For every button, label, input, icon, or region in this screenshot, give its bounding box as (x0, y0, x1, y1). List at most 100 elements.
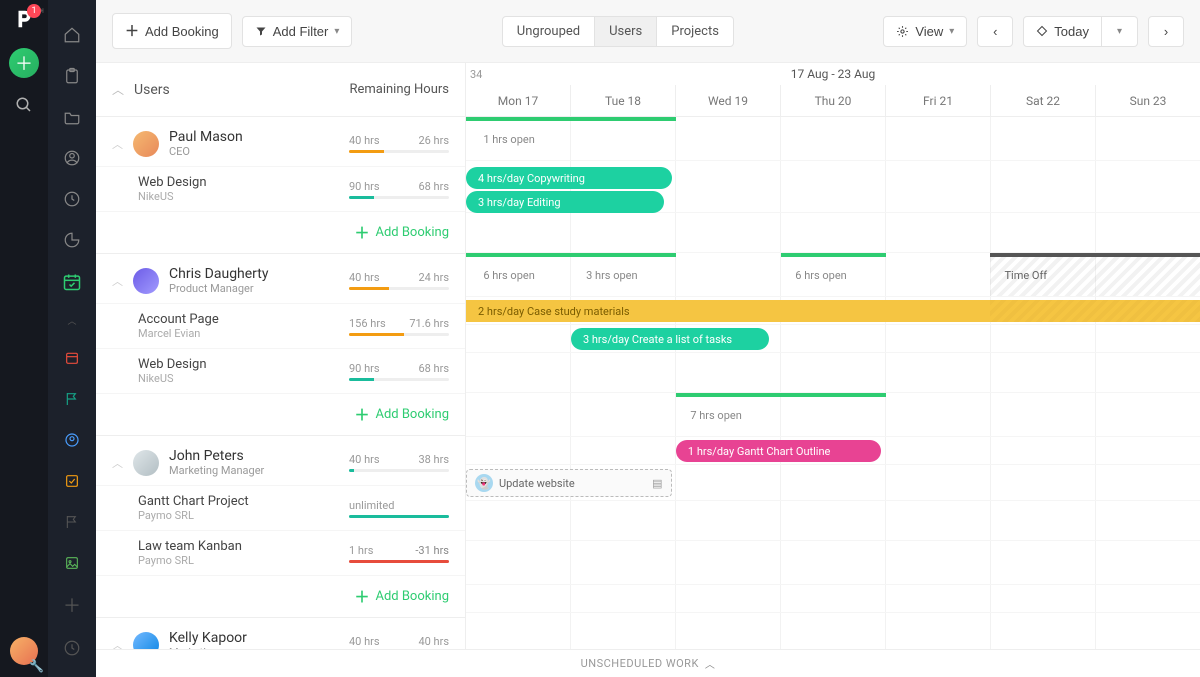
day-header[interactable]: Wed 19 (675, 85, 780, 116)
open-hours-chip[interactable]: 6 hrs open (785, 261, 856, 289)
day-header[interactable]: Sun 23 (1095, 85, 1200, 116)
add-booking-row[interactable]: ＋Add Booking (96, 211, 465, 253)
project-lane[interactable]: 1 hrs/day Gantt Chart Outline (466, 437, 1200, 465)
unscheduled-work-toggle[interactable]: UNSCHEDULED WORK︿ (96, 649, 1200, 677)
add-booking-row[interactable]: ＋Add Booking (96, 575, 465, 617)
task-check-icon[interactable] (60, 471, 84, 490)
app-logo[interactable]: 1 (13, 8, 35, 30)
folder-icon[interactable] (60, 108, 84, 127)
user-name: Chris Daugherty (169, 266, 349, 282)
settings-wrench-icon[interactable]: 🔧 (29, 659, 44, 673)
project-lane[interactable]: 3 hrs/day Create a list of tasks (466, 325, 1200, 353)
project-row[interactable]: Web DesignNikeUS 90 hrs68 hrs (96, 166, 465, 211)
hours-total: 40 hrs (349, 635, 380, 648)
day-header[interactable]: Fri 21 (885, 85, 990, 116)
user-avatar (133, 268, 159, 294)
project-client: Paymo SRL (138, 509, 349, 522)
note-icon[interactable]: ▤ (652, 477, 662, 490)
hours-total: 40 hrs (349, 453, 380, 466)
chart-pie-icon[interactable] (60, 231, 84, 250)
project-hours-remaining: 71.6 hrs (409, 317, 449, 330)
user-name: Paul Mason (169, 129, 349, 145)
seg-projects[interactable]: Projects (656, 17, 733, 46)
hours-total: 40 hrs (349, 271, 380, 284)
seg-users[interactable]: Users (594, 17, 656, 46)
today-dropdown[interactable]: ▾ (1102, 16, 1138, 47)
booking-chip[interactable]: 3 hrs/day Editing (466, 191, 664, 213)
open-hours-chip[interactable]: 3 hrs open (576, 261, 647, 289)
collapse-all-icon[interactable]: ︿ (112, 81, 124, 98)
capacity-bar (571, 253, 676, 257)
ghost-icon: 👻 (475, 474, 493, 492)
open-hours-chip[interactable]: 7 hrs open (680, 401, 751, 429)
clock-icon[interactable] (60, 190, 84, 209)
project-hours-remaining: -31 hrs (415, 544, 449, 557)
ghost-booking[interactable]: 👻 Update website ▤ (466, 469, 672, 497)
flag-outline-icon[interactable] (60, 512, 84, 531)
project-name: Gantt Chart Project (138, 494, 349, 509)
user-row-head[interactable]: ︿ Paul MasonCEO 40 hrs26 hrs (96, 117, 465, 166)
hours-remaining: 40 hrs (418, 635, 449, 648)
day-header[interactable]: Thu 20 (780, 85, 885, 116)
project-lane[interactable] (466, 585, 1200, 613)
user-capacity-lane[interactable] (466, 541, 1200, 585)
user-role: Product Manager (169, 282, 349, 295)
view-button[interactable]: View▾ (883, 16, 967, 47)
history-icon[interactable] (60, 638, 84, 657)
collapse-user-icon[interactable]: ︿ (112, 637, 123, 650)
contact-icon[interactable] (60, 430, 84, 449)
home-icon[interactable] (60, 26, 84, 45)
user-row-head[interactable]: ︿ Kelly KapoorMarketing 40 hrs40 hrs (96, 618, 465, 649)
user-capacity-lane[interactable]: 7 hrs open (466, 393, 1200, 437)
add-booking-row[interactable]: ＋Add Booking (96, 393, 465, 435)
notification-badge[interactable]: 1 (27, 4, 41, 18)
today-button[interactable]: Today (1023, 16, 1102, 47)
empty-lane (466, 353, 1200, 393)
add-booking-button[interactable]: ＋Add Booking (112, 13, 232, 49)
prev-button[interactable]: ‹ (977, 16, 1013, 47)
project-row[interactable]: Law team KanbanPaymo SRL 1 hrs-31 hrs (96, 530, 465, 575)
user-capacity-lane[interactable]: 1 hrs open (466, 117, 1200, 161)
booking-chip[interactable]: 1 hrs/day Gantt Chart Outline (676, 440, 882, 462)
booking-chip[interactable]: 3 hrs/day Create a list of tasks (571, 328, 769, 350)
user-circle-icon[interactable] (60, 149, 84, 168)
search-icon[interactable] (15, 96, 33, 118)
day-header[interactable]: Mon 17 (466, 85, 570, 116)
project-name: Law team Kanban (138, 539, 349, 554)
capacity-bar (676, 393, 886, 397)
project-lane[interactable]: 4 hrs/day Copywriting3 hrs/day Editing (466, 161, 1200, 213)
user-name: Kelly Kapoor (169, 630, 349, 646)
day-header[interactable]: Sat 22 (990, 85, 1095, 116)
open-hours-chip[interactable]: 6 hrs open (473, 261, 544, 289)
calendar-alert-icon[interactable] (60, 349, 84, 368)
project-row[interactable]: Account PageMarcel Evian 156 hrs71.6 hrs (96, 303, 465, 348)
clipboard-icon[interactable] (60, 67, 84, 86)
global-add-button[interactable]: ＋ (9, 48, 39, 78)
user-row-head[interactable]: ︿ Chris DaughertyProduct Manager 40 hrs2… (96, 254, 465, 303)
seg-ungrouped[interactable]: Ungrouped (503, 17, 594, 46)
scheduler: ︿ Users Remaining Hours ︿ Paul MasonCEO … (96, 62, 1200, 649)
add-filter-button[interactable]: Add Filter▾ (242, 16, 353, 47)
user-avatar (133, 632, 159, 650)
image-icon[interactable] (60, 553, 84, 572)
project-row[interactable]: Gantt Chart ProjectPaymo SRL unlimited (96, 485, 465, 530)
flag-icon[interactable] (60, 389, 84, 408)
time-off-region (990, 257, 1200, 296)
next-button[interactable]: › (1148, 16, 1184, 47)
project-row[interactable]: Web DesignNikeUS 90 hrs68 hrs (96, 348, 465, 393)
day-header[interactable]: Tue 18 (570, 85, 675, 116)
open-hours-chip[interactable]: 1 hrs open (473, 125, 544, 153)
user-capacity-lane[interactable]: 6 hrs open3 hrs open6 hrs openTime Off (466, 253, 1200, 297)
plus-small-icon[interactable]: ＋ (60, 594, 84, 616)
hours-total: 40 hrs (349, 134, 380, 147)
collapse-user-icon[interactable]: ︿ (112, 455, 123, 471)
collapse-user-icon[interactable]: ︿ (112, 136, 123, 152)
user-row-head[interactable]: ︿ John PetersMarketing Manager 40 hrs38 … (96, 436, 465, 485)
project-lane[interactable]: 2 hrs/day Case study materials (466, 297, 1200, 325)
collapse-user-icon[interactable]: ︿ (112, 273, 123, 289)
user-avatar (133, 450, 159, 476)
booking-chip[interactable]: 4 hrs/day Copywriting (466, 167, 672, 189)
project-lane[interactable]: 👻 Update website ▤ (466, 465, 1200, 501)
user-avatar (133, 131, 159, 157)
scheduler-icon[interactable] (60, 272, 84, 292)
